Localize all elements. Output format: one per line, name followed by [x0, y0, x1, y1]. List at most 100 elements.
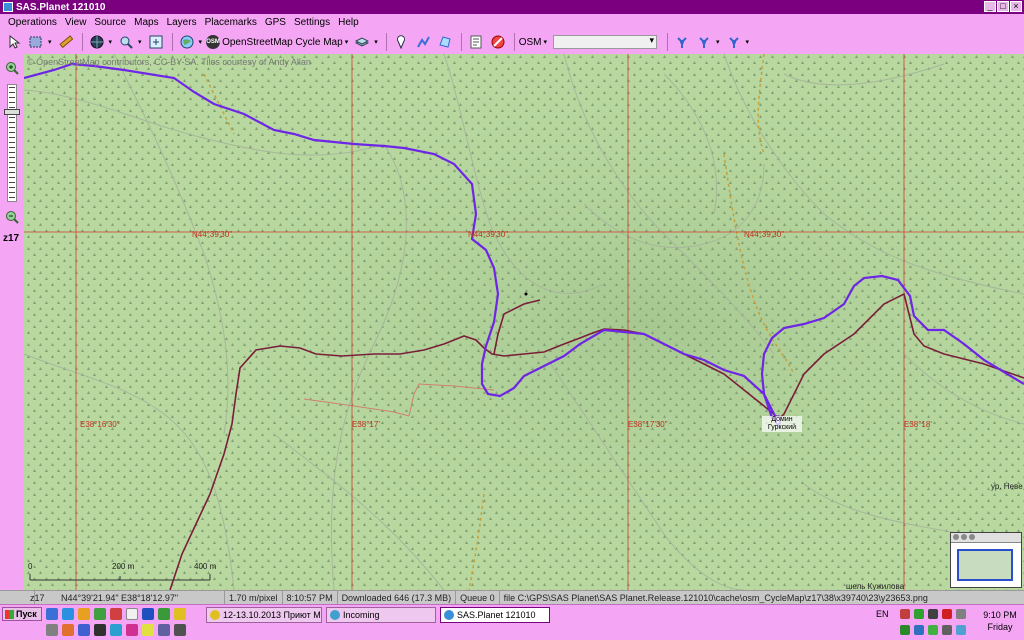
tray-shield-icon[interactable]	[900, 609, 910, 619]
quicklaunch-mail-icon[interactable]	[126, 608, 138, 620]
point-marker[interactable]	[524, 292, 528, 296]
gps-connect-button[interactable]	[672, 32, 692, 52]
quicklaunch-word-icon[interactable]	[142, 608, 154, 620]
start-button[interactable]: Пуск	[2, 607, 42, 621]
menu-operations[interactable]: Operations	[4, 17, 61, 28]
task-label: 12-13.10.2013 Приют Мо...	[223, 610, 321, 620]
layers-dropdown-arrow[interactable]: ▾	[374, 38, 378, 46]
quicklaunch-chrome-icon[interactable]	[142, 624, 154, 636]
quicklaunch-map-icon[interactable]	[158, 608, 170, 620]
system-tray	[898, 607, 974, 639]
quicklaunch-firefox-icon[interactable]	[62, 624, 74, 636]
selection-dropdown-arrow[interactable]: ▾	[48, 38, 52, 46]
minimap-zoom-out-icon[interactable]	[961, 534, 967, 540]
task-incoming-window[interactable]: Incoming	[326, 607, 436, 623]
toolbar-separator	[667, 33, 669, 51]
fullscreen-button[interactable]	[146, 32, 166, 52]
selection-tool-button[interactable]	[26, 32, 46, 52]
task-sasplanet-window[interactable]: SAS.Planet 121010	[440, 607, 550, 623]
toolbar-separator	[81, 33, 83, 51]
map-type-button[interactable]	[177, 32, 197, 52]
ruler-tool-button[interactable]	[56, 32, 76, 52]
tray-update-icon[interactable]	[900, 625, 910, 635]
map-view[interactable]: © OpenStreetMap contributors, CC-BY-SA. …	[24, 54, 1024, 590]
tray-monitor-icon[interactable]	[928, 609, 938, 619]
minimap-options-icon[interactable]	[969, 534, 975, 540]
gps-track-button[interactable]	[694, 32, 714, 52]
search-input[interactable]	[553, 35, 658, 49]
search-provider-dropdown-arrow[interactable]: ▾	[544, 38, 548, 46]
maximize-button[interactable]: □	[997, 1, 1009, 12]
quicklaunch-skype-icon[interactable]	[110, 624, 122, 636]
menu-placemarks[interactable]: Placemarks	[201, 17, 261, 28]
minimize-button[interactable]: _	[984, 1, 996, 12]
zoom-out-button[interactable]	[4, 209, 20, 225]
zoom-tool-button[interactable]	[116, 32, 136, 52]
quicklaunch-cmd-icon[interactable]	[174, 624, 186, 636]
gps-track-dropdown-arrow[interactable]: ▾	[716, 38, 720, 46]
menu-help[interactable]: Help	[334, 17, 363, 28]
quicklaunch-desktop-icon[interactable]	[46, 608, 58, 620]
forest-pattern	[24, 54, 1024, 590]
poi-label[interactable]: Домин Гуркский	[762, 416, 802, 432]
tray-language-icon[interactable]	[942, 609, 952, 619]
tray-settings-icon[interactable]	[956, 609, 966, 619]
pointer-tool-button[interactable]	[4, 32, 24, 52]
zoom-slider-thumb[interactable]	[4, 109, 20, 116]
map-type-dropdown-arrow[interactable]: ▾	[199, 38, 203, 46]
quicklaunch-notepad-icon[interactable]	[158, 624, 170, 636]
add-path-button[interactable]	[413, 32, 433, 52]
map-canvas[interactable]	[24, 54, 1024, 590]
zoom-in-button[interactable]	[4, 60, 20, 76]
layers-button[interactable]	[352, 32, 372, 52]
status-downloaded: Downloaded 646 (17.3 MB)	[338, 591, 457, 604]
minimap-viewport-rect[interactable]	[957, 549, 1013, 581]
zoom-slider-ticks	[9, 87, 15, 199]
map-source-dropdown-arrow[interactable]: ▾	[345, 38, 349, 46]
add-polygon-button[interactable]	[435, 32, 455, 52]
quicklaunch-explorer-icon[interactable]	[78, 608, 90, 620]
quicklaunch-media-icon[interactable]	[94, 624, 106, 636]
placemarks-manager-button[interactable]	[466, 32, 486, 52]
quicklaunch-folder-icon[interactable]	[174, 608, 186, 620]
menu-source[interactable]: Source	[90, 17, 130, 28]
quicklaunch-app-icon[interactable]	[126, 624, 138, 636]
map-source-label[interactable]: OpenStreetMap Cycle Map	[222, 37, 343, 48]
clock-day: Friday	[987, 622, 1013, 632]
taskbar-clock[interactable]: 9:10 PM Friday	[980, 609, 1020, 633]
scale-label-0: 0	[28, 562, 33, 571]
gps-center-button[interactable]	[724, 32, 744, 52]
gps-center-dropdown-arrow[interactable]: ▾	[746, 38, 750, 46]
tray-bluetooth-icon[interactable]	[956, 625, 966, 635]
minimap-zoom-in-icon[interactable]	[953, 534, 959, 540]
task-chrome-window[interactable]: 12-13.10.2013 Приют Мо...	[206, 607, 322, 623]
toolbar-separator	[385, 33, 387, 51]
clear-button[interactable]	[488, 32, 508, 52]
menu-maps[interactable]: Maps	[130, 17, 162, 28]
tray-power-icon[interactable]	[942, 625, 952, 635]
tray-sync-icon[interactable]	[928, 625, 938, 635]
quicklaunch-excel-icon[interactable]	[94, 608, 106, 620]
menu-settings[interactable]: Settings	[290, 17, 334, 28]
zoom-dropdown-arrow[interactable]: ▾	[138, 38, 142, 46]
zoom-slider-track[interactable]	[7, 84, 17, 202]
status-file-path: file C:\GPS\SAS Planet\SAS Planet.Releas…	[503, 592, 928, 603]
sasplanet-icon	[444, 610, 454, 620]
overview-minimap[interactable]	[950, 532, 1022, 588]
tray-network-icon[interactable]	[914, 609, 924, 619]
menu-view[interactable]: View	[61, 17, 91, 28]
close-button[interactable]: ×	[1010, 1, 1022, 12]
lat-label-1: N44°39'30"	[192, 230, 233, 239]
menu-gps[interactable]: GPS	[261, 17, 290, 28]
tray-volume-icon[interactable]	[914, 625, 924, 635]
language-indicator[interactable]: EN	[876, 609, 889, 619]
add-placemark-button[interactable]	[391, 32, 411, 52]
globe-dropdown-arrow[interactable]: ▾	[109, 38, 113, 46]
globe-button[interactable]	[87, 32, 107, 52]
quicklaunch-plane-icon[interactable]	[78, 624, 90, 636]
menu-layers[interactable]: Layers	[163, 17, 201, 28]
quicklaunch-opera-icon[interactable]	[110, 608, 122, 620]
quicklaunch-ie-icon[interactable]	[62, 608, 74, 620]
search-provider-label[interactable]: OSM	[519, 37, 542, 48]
quicklaunch-tool-icon[interactable]	[46, 624, 58, 636]
